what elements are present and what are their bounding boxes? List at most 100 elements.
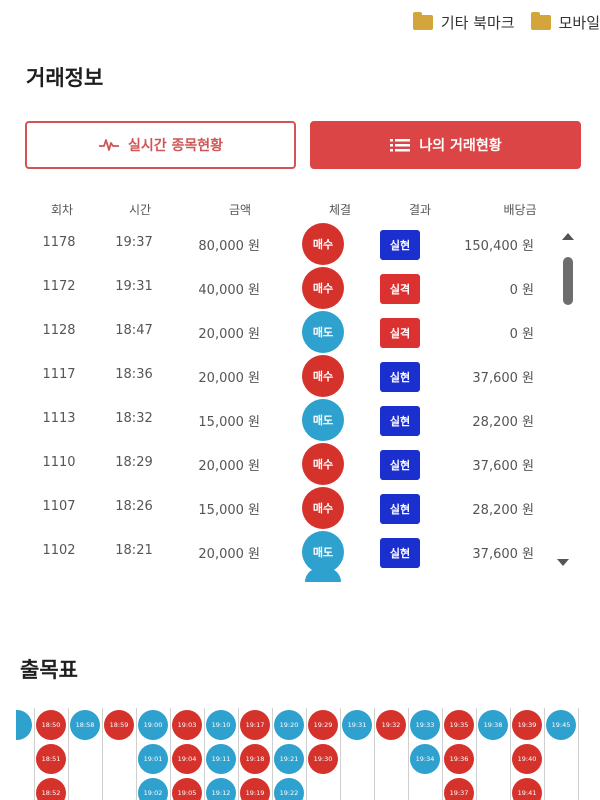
result-badge: 실격 bbox=[380, 274, 420, 304]
scroll-down-arrow-icon[interactable] bbox=[557, 559, 569, 566]
deal-badge: 매수 bbox=[302, 267, 344, 309]
scrollbar-thumb[interactable] bbox=[563, 257, 573, 305]
board-dot: 18:52 bbox=[36, 778, 66, 800]
board-dot: 19:41 bbox=[512, 778, 542, 800]
cell-payout: 28,200 원 bbox=[472, 503, 534, 518]
cell-amount: 80,000 원 bbox=[198, 239, 260, 254]
header-result: 결과 bbox=[408, 203, 432, 217]
result-badge: 실현 bbox=[380, 230, 420, 260]
deal-badge: 매수 bbox=[302, 487, 344, 529]
tab-my-trades[interactable]: 나의 거래현황 bbox=[310, 121, 581, 169]
cell-payout: 37,600 원 bbox=[472, 371, 534, 386]
bookmark-label: 기타 북마크 bbox=[440, 13, 515, 32]
board-column-divider bbox=[578, 708, 579, 800]
cell-amount: 20,000 원 bbox=[198, 371, 260, 386]
board-column-divider bbox=[68, 708, 69, 800]
cell-amount: 20,000 원 bbox=[198, 327, 260, 342]
result-badge: 실현 bbox=[380, 406, 420, 436]
deal-badge: 매도 bbox=[302, 399, 344, 441]
bookmarks-bar: 기타 북마크 모바일 bbox=[412, 8, 600, 36]
cell-payout: 0 원 bbox=[509, 327, 534, 342]
deal-badge: 매수 bbox=[302, 355, 344, 397]
result-badge: 실현 bbox=[380, 450, 420, 480]
cell-time: 18:47 bbox=[115, 323, 153, 338]
bookmark-mobile[interactable]: 모바일 bbox=[530, 11, 600, 33]
cell-round: 1110 bbox=[42, 455, 76, 470]
cell-round: 1113 bbox=[42, 411, 76, 426]
cell-amount: 20,000 원 bbox=[198, 459, 260, 474]
cell-round: 1172 bbox=[42, 279, 76, 294]
table-row: 1102 18:21 20,000 원 매도 실현 37,600 원 bbox=[0, 530, 600, 574]
board-dot: 19:30 bbox=[308, 744, 338, 774]
cell-time: 18:21 bbox=[115, 543, 153, 558]
deal-indicator-partial bbox=[305, 568, 341, 582]
header-round: 회차 bbox=[50, 203, 74, 217]
board-dot: 19:36 bbox=[444, 744, 474, 774]
cell-time: 18:26 bbox=[115, 499, 153, 514]
tab-realtime-status[interactable]: 실시간 종목현황 bbox=[25, 121, 296, 169]
board-dot: 19:12 bbox=[206, 778, 236, 800]
cell-payout: 0 원 bbox=[509, 283, 534, 298]
cell-amount: 15,000 원 bbox=[198, 503, 260, 518]
board-dot: 19:32 bbox=[376, 710, 406, 740]
table-row: 1117 18:36 20,000 원 매수 실현 37,600 원 bbox=[0, 354, 600, 398]
board-column-divider bbox=[442, 708, 443, 800]
bookmark-other[interactable]: 기타 북마크 bbox=[412, 11, 515, 33]
cell-time: 18:29 bbox=[115, 455, 153, 470]
cell-round: 1117 bbox=[42, 367, 76, 382]
table-row: 1128 18:47 20,000 원 매도 실격 0 원 bbox=[0, 310, 600, 354]
board-column-divider bbox=[374, 708, 375, 800]
table-row: 1113 18:32 15,000 원 매도 실현 28,200 원 bbox=[0, 398, 600, 442]
table-row: 1172 19:31 40,000 원 매수 실격 0 원 bbox=[0, 266, 600, 310]
cell-round: 1102 bbox=[42, 543, 76, 558]
board-column-divider bbox=[306, 708, 307, 800]
header-time: 시간 bbox=[128, 203, 152, 217]
board-dot: 18:50 bbox=[36, 710, 66, 740]
cell-amount: 40,000 원 bbox=[198, 283, 260, 298]
table-header: 회차 시간 금액 체결 결과 배당금 bbox=[0, 201, 600, 221]
board-dot: 19:10 bbox=[206, 710, 236, 740]
board-dot: 19:29 bbox=[308, 710, 338, 740]
cell-time: 18:32 bbox=[115, 411, 153, 426]
board-dot: 19:34 bbox=[410, 744, 440, 774]
board-dot: 19:02 bbox=[138, 778, 168, 800]
board-dot: 19:03 bbox=[172, 710, 202, 740]
board-dot: 18:59 bbox=[104, 710, 134, 740]
folder-icon bbox=[530, 11, 551, 30]
cell-payout: 150,400 원 bbox=[464, 239, 534, 254]
board-dot bbox=[16, 710, 32, 740]
result-badge: 실현 bbox=[380, 538, 420, 568]
table-row: 1110 18:29 20,000 원 매수 실현 37,600 원 bbox=[0, 442, 600, 486]
board-dot: 19:21 bbox=[274, 744, 304, 774]
result-badge: 실현 bbox=[380, 362, 420, 392]
board-column-divider bbox=[476, 708, 477, 800]
board-dot: 18:51 bbox=[36, 744, 66, 774]
scroll-up-arrow-icon[interactable] bbox=[562, 233, 574, 240]
cell-payout: 37,600 원 bbox=[472, 547, 534, 562]
list-icon bbox=[390, 139, 411, 152]
board-dot: 19:19 bbox=[240, 778, 270, 800]
trade-tabs: 실시간 종목현황 나의 거래현황 bbox=[25, 121, 581, 169]
board-dot: 18:58 bbox=[70, 710, 100, 740]
result-badge: 실현 bbox=[380, 494, 420, 524]
board-dot: 19:20 bbox=[274, 710, 304, 740]
board-column-divider bbox=[102, 708, 103, 800]
cell-amount: 20,000 원 bbox=[198, 547, 260, 562]
board-column-divider bbox=[408, 708, 409, 800]
board-dot: 19:31 bbox=[342, 710, 372, 740]
deal-badge: 매도 bbox=[302, 531, 344, 573]
board-dot: 19:22 bbox=[274, 778, 304, 800]
board-column-divider bbox=[340, 708, 341, 800]
board-dot: 19:18 bbox=[240, 744, 270, 774]
board-dot: 19:39 bbox=[512, 710, 542, 740]
board-dot: 19:38 bbox=[478, 710, 508, 740]
bookmark-label: 모바일 bbox=[558, 13, 600, 32]
cell-time: 18:36 bbox=[115, 367, 153, 382]
board-column-divider bbox=[204, 708, 205, 800]
board-column-divider bbox=[272, 708, 273, 800]
result-board: 18:50 18:51 18:52 18:58 18:59 19:00 19:01 19:02… bbox=[16, 708, 600, 800]
cell-time: 19:37 bbox=[115, 235, 153, 250]
table-row: 1178 19:37 80,000 원 매수 실현 150,400 원 bbox=[0, 222, 600, 266]
board-dot: 19:40 bbox=[512, 744, 542, 774]
board-dot: 19:17 bbox=[240, 710, 270, 740]
